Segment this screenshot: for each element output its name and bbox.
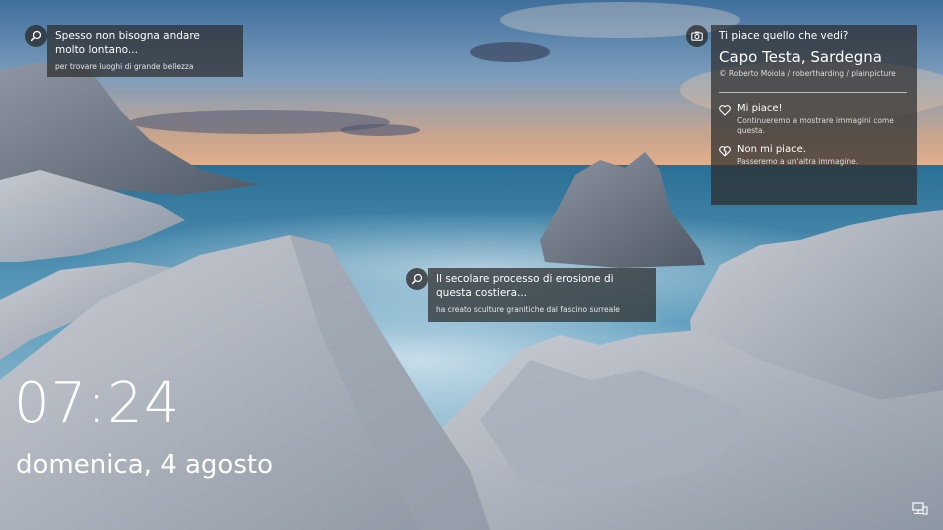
- hotspot-erosione[interactable]: Il secolare processo di erosione di ques…: [406, 268, 656, 322]
- hotspot-card[interactable]: Il secolare processo di erosione di ques…: [428, 268, 656, 322]
- dislike-title: Non mi piace.: [737, 144, 806, 155]
- dislike-subtitle: Passeremo a un'altra immagine.: [737, 157, 859, 166]
- photo-credit: © Roberto Moiola / robertharding / plain…: [719, 69, 896, 78]
- search-icon[interactable]: [406, 268, 428, 290]
- like-option[interactable]: Mi piace! Continueremo a mostrare immagi…: [719, 103, 907, 136]
- hotspot-subtitle: ha creato sculture granitiche dal fascin…: [436, 305, 620, 314]
- hotspot-card[interactable]: Spesso non bisogna andare molto lontano.…: [47, 25, 243, 77]
- network-icon[interactable]: [912, 502, 928, 516]
- hotspot-title: Spesso non bisogna andare molto lontano.…: [55, 30, 200, 56]
- place-name: Capo Testa, Sardegna: [719, 48, 882, 66]
- like-title: Mi piace!: [737, 103, 783, 114]
- search-icon[interactable]: [25, 25, 47, 47]
- broken-heart-icon: [719, 146, 731, 157]
- hotspot-spesso-non-bisogna[interactable]: Spesso non bisogna andare molto lontano.…: [25, 25, 243, 77]
- lockscreen-time: 07:24: [14, 371, 181, 436]
- feedback-card: Ti piace quello che vedi? Capo Testa, Sa…: [711, 25, 917, 205]
- lockscreen-date: domenica, 4 agosto: [16, 450, 273, 480]
- hotspot-title: Il secolare processo di erosione di ques…: [436, 273, 614, 299]
- feedback-question: Ti piace quello che vedi?: [719, 30, 849, 42]
- dislike-option[interactable]: Non mi piace. Passeremo a un'altra immag…: [719, 144, 907, 167]
- like-subtitle: Continueremo a mostrare immagini come qu…: [737, 116, 894, 135]
- camera-icon[interactable]: [686, 25, 708, 47]
- divider: [719, 92, 907, 93]
- heart-icon: [719, 105, 731, 116]
- hotspot-subtitle: per trovare luoghi di grande bellezza: [55, 62, 194, 71]
